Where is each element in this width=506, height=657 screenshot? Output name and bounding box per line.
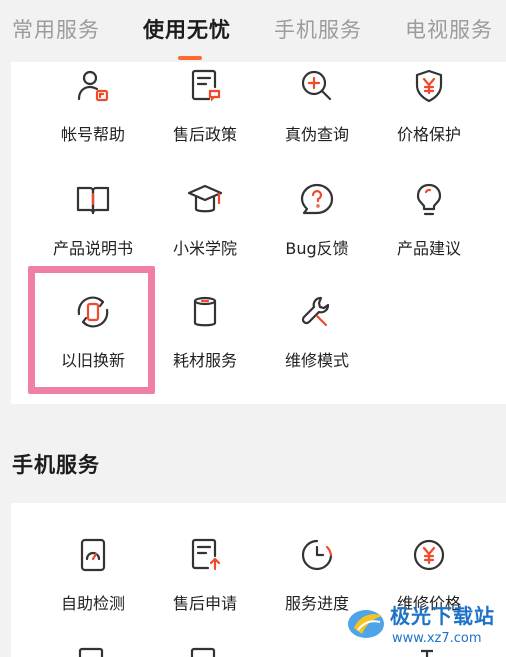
grid-item-label: 产品说明书 <box>52 239 133 258</box>
product-suggestion-icon <box>411 182 447 218</box>
grid-item-after-sales-policy[interactable]: 售后政策 <box>149 68 261 178</box>
grid-item-label: 自助检测 <box>60 594 125 613</box>
grid-item-label: 小米学院 <box>172 239 237 258</box>
grid-item-label: 维修模式 <box>284 351 349 370</box>
grid-item-price-protection[interactable]: 价格保护 <box>373 68 485 178</box>
self-check-icon <box>75 537 111 573</box>
partial-row-icon <box>77 643 105 657</box>
after-sales-apply-icon <box>187 537 223 573</box>
grid-item-label: 耗材服务 <box>172 351 237 370</box>
xiaomi-academy-icon <box>187 182 223 218</box>
grid-item-repair-mode[interactable]: 维修模式 <box>261 294 373 404</box>
grid-item-label: 帐号帮助 <box>60 125 125 144</box>
tab-tv-services[interactable]: 电视服务 <box>405 14 493 44</box>
grid-item-label: 产品建议 <box>396 239 461 258</box>
service-tabs: 常用服务 使用无忧 手机服务 电视服务 <box>0 0 506 62</box>
grid-item-label: 价格保护 <box>396 125 461 144</box>
service-progress-icon <box>299 537 335 573</box>
partial-row-icon <box>189 643 217 657</box>
tab-common-services[interactable]: 常用服务 <box>12 14 100 44</box>
repair-mode-icon <box>299 294 335 330</box>
grid-item-label: Bug反馈 <box>285 239 349 258</box>
price-protection-icon <box>411 68 447 104</box>
after-sales-policy-icon <box>187 68 223 104</box>
bug-feedback-icon <box>299 182 335 218</box>
grid-item-account-help[interactable]: 帐号帮助 <box>37 68 149 178</box>
watermark-logo-icon <box>344 600 388 644</box>
grid-item-label: 售后申请 <box>172 594 237 613</box>
watermark-title: 极光下载站 <box>390 604 495 628</box>
watermark-url: www.xz7.com <box>392 631 482 646</box>
authenticity-check-icon <box>299 68 335 104</box>
product-manual-icon <box>75 182 111 218</box>
tab-worry-free[interactable]: 使用无忧 <box>143 14 231 44</box>
watermark: 极光下载站 www.xz7.com <box>338 598 506 657</box>
trade-in-highlight-box <box>28 266 155 394</box>
grid-item-bug-feedback[interactable]: Bug反馈 <box>261 182 373 292</box>
active-tab-indicator <box>178 56 202 60</box>
grid-item-product-suggestion[interactable]: 产品建议 <box>373 182 485 292</box>
account-help-icon <box>75 68 111 104</box>
grid-item-authenticity-check[interactable]: 真伪查询 <box>261 68 373 178</box>
grid-item-self-check[interactable]: 自助检测 <box>37 537 149 647</box>
grid-item-after-sales-apply[interactable]: 售后申请 <box>149 537 261 647</box>
grid-item-label: 真伪查询 <box>284 125 349 144</box>
section-title-phone-service: 手机服务 <box>12 453 100 477</box>
grid-item-label: 售后政策 <box>172 125 237 144</box>
tab-phone-services[interactable]: 手机服务 <box>274 14 362 44</box>
grid-item-xiaomi-academy[interactable]: 小米学院 <box>149 182 261 292</box>
grid-item-consumables[interactable]: 耗材服务 <box>149 294 261 404</box>
repair-price-icon <box>411 537 447 573</box>
consumables-icon <box>187 294 223 330</box>
